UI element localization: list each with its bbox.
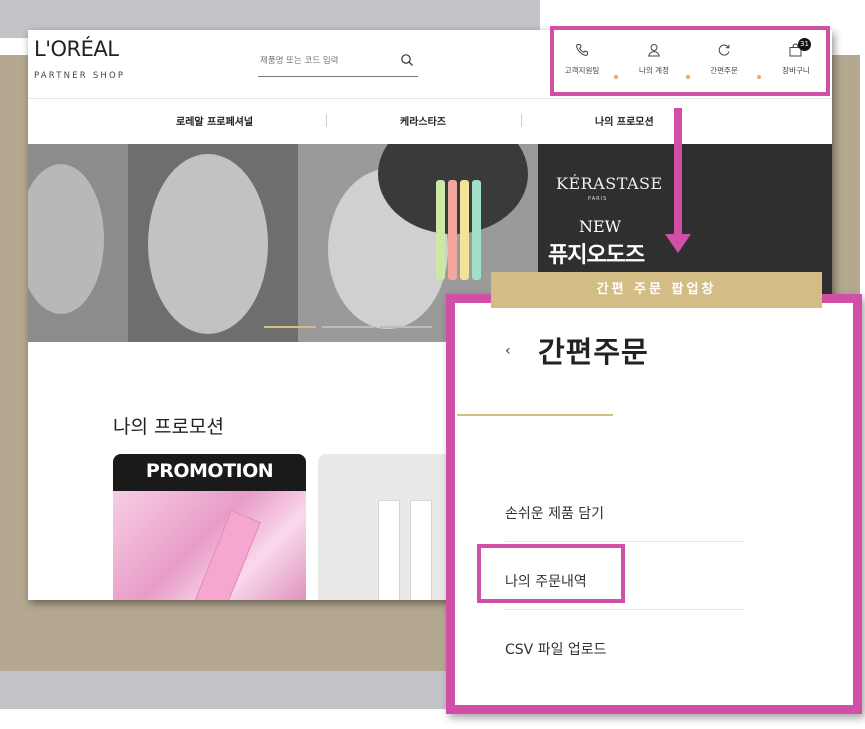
popup-item-csv-upload[interactable]: CSV 파일 업로드	[505, 639, 745, 699]
quick-menu-label: 나의 계정	[639, 66, 669, 75]
product-card[interactable]	[318, 454, 458, 600]
product-tube-image	[472, 180, 481, 280]
user-icon	[648, 44, 660, 57]
cart-count-badge: 31	[798, 38, 811, 51]
promotion-card[interactable]: PROMOTION	[113, 454, 306, 600]
carousel-indicator-active[interactable]	[264, 326, 316, 328]
popup-divider	[505, 541, 745, 542]
popup-title: 간편주문	[538, 335, 649, 369]
kerastase-paris-text: PARIS	[588, 196, 608, 202]
quick-menu-label: 간편주문	[710, 66, 738, 75]
annotation-arrow-shaft	[674, 108, 682, 236]
carousel-indicator[interactable]	[380, 326, 432, 328]
nav-kerastase[interactable]: 케라스타즈	[400, 113, 446, 128]
order-history-highlight	[477, 544, 625, 603]
quick-order-popup: ‹ 간편주문 손쉬운 제품 담기 나의 주문내역 CSV 파일 업로드	[446, 294, 862, 714]
quick-menu-separator-dot	[614, 75, 618, 79]
model-face-image	[148, 154, 268, 334]
popup-title-underline	[457, 414, 613, 416]
product-tube-image	[460, 180, 469, 280]
search-bar	[258, 50, 418, 77]
section-title-my-promotion: 나의 프로모션	[113, 416, 224, 438]
partner-shop-logo-text: PARTNER SHOP	[34, 71, 126, 81]
popup-caption-text: 간편 주문 팝업창	[596, 282, 717, 297]
annotation-arrow-head	[665, 234, 691, 253]
hero-image-panel	[28, 144, 128, 342]
search-icon[interactable]	[400, 53, 414, 67]
carousel-indicator[interactable]	[322, 326, 374, 328]
chevron-left-icon[interactable]: ‹	[505, 343, 511, 359]
promotion-card-header: PROMOTION	[113, 454, 306, 491]
quick-menu-separator-dot	[686, 75, 690, 79]
quick-menu-quick-order[interactable]: 간편주문	[696, 42, 752, 76]
nav-my-promotion[interactable]: 나의 프로모션	[595, 113, 654, 128]
nav-loreal-professionnel[interactable]: 로레알 프로페셔널	[176, 113, 253, 128]
popup-item-label: CSV 파일 업로드	[505, 642, 607, 658]
quick-menu-highlight: 고객지원팀 나의 계정 간편주문 31 장바구니	[550, 26, 830, 96]
promotion-label: PROMOTION	[145, 460, 274, 482]
quick-menu-label: 장바구니	[782, 66, 810, 75]
phone-icon	[576, 44, 588, 56]
popup-divider	[505, 609, 745, 610]
quick-menu-label: 고객지원팀	[564, 66, 600, 75]
nav-divider	[521, 114, 522, 127]
search-input[interactable]	[260, 56, 390, 66]
quick-menu-cart[interactable]: 31 장바구니	[768, 38, 824, 76]
popup-caption-tag: 간편 주문 팝업창	[491, 272, 822, 308]
quick-menu-my-account[interactable]: 나의 계정	[626, 42, 682, 76]
hero-product-name: 퓨지오도즈	[548, 243, 645, 268]
quick-menu-separator-dot	[757, 75, 761, 79]
kerastase-brand-logo: KÉRASTASE	[556, 174, 663, 193]
product-tube-image	[448, 180, 457, 280]
loreal-logo[interactable]: L'ORÉAL	[34, 37, 119, 61]
main-navigation: 로레알 프로페셔널 케라스타즈 나의 프로모션	[28, 98, 832, 146]
nav-divider	[326, 114, 327, 127]
product-tube-image	[410, 500, 432, 600]
quick-menu-customer-support[interactable]: 고객지원팀	[554, 42, 610, 76]
popup-item-label: 손쉬운 제품 담기	[505, 506, 605, 522]
refresh-icon	[718, 44, 730, 56]
product-tube-image	[378, 500, 400, 600]
model-face-image	[28, 164, 104, 314]
product-tube-image	[436, 180, 445, 280]
hero-image-panel	[128, 144, 298, 342]
hero-new-label: NEW	[579, 217, 622, 236]
